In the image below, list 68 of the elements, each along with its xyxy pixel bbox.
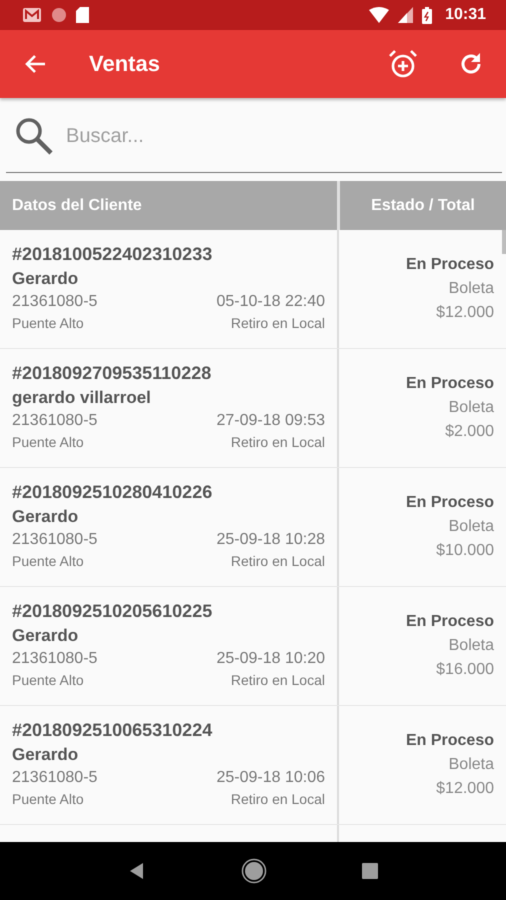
customer-rut: 21361080-5 [12, 769, 98, 787]
order-total: $12.000 [436, 780, 494, 798]
customer-rut: 21361080-5 [12, 412, 98, 430]
order-row[interactable]: #2018092510280410226 Gerardo 21361080-5 25-09-18 10:28 Puente Alto Retiro en Local En Proceso Boleta $10.000 [0, 468, 506, 587]
delivery-method: Retiro en Local [230, 434, 325, 450]
order-number: #2018100522402310233 [12, 244, 214, 265]
order-status: En Proceso [406, 494, 494, 512]
customer-name: Gerardo [12, 745, 80, 765]
home-icon[interactable] [240, 858, 267, 884]
sd-card-icon [76, 7, 89, 23]
delivery-method: Retiro en Local [230, 672, 325, 688]
order-status: En Proceso [406, 613, 494, 631]
order-date: 25-09-18 10:28 [216, 531, 325, 549]
customer-rut: 21361080-5 [12, 293, 98, 311]
order-total: $2.000 [445, 423, 494, 441]
delivery-method: Retiro en Local [230, 315, 325, 331]
order-status: En Proceso [406, 375, 494, 393]
scrollbar [502, 230, 506, 254]
order-number: #2018092510280410226 [12, 482, 214, 503]
search-field[interactable]: Buscar... [64, 124, 502, 148]
order-total: $16.000 [436, 661, 494, 679]
back-arrow-icon[interactable] [24, 54, 46, 74]
order-row[interactable]: #2018100522402310233 Gerardo 21361080-5 05-10-18 22:40 Puente Alto Retiro en Local En Proceso Boleta $12.000 [0, 230, 506, 349]
order-number: #2018092510205610225 [12, 601, 214, 622]
signal-icon [398, 7, 414, 23]
column-header: Estado / Total [370, 196, 476, 216]
document-type: Boleta [448, 637, 494, 655]
order-row[interactable]: #2018092510205610225 Gerardo 21361080-5 25-09-18 10:20 Puente Alto Retiro en Local En Proceso Boleta $16.000 [0, 587, 506, 706]
alarm-plus-icon[interactable] [388, 49, 418, 79]
circle-icon [51, 7, 67, 23]
wifi-icon [369, 7, 390, 23]
battery-icon [422, 6, 432, 24]
document-type: Boleta [448, 756, 494, 774]
recents-icon[interactable] [362, 863, 378, 879]
order-total: $10.000 [436, 542, 494, 560]
delivery-method: Retiro en Local [230, 553, 325, 569]
delivery-method: Retiro en Local [230, 791, 325, 807]
column-header: Datos del Cliente [0, 181, 340, 230]
order-row[interactable]: #2018092510065310224 Gerardo 21361080-5 25-09-18 10:06 Puente Alto Retiro en Local En Proceso Boleta $12.000 [0, 706, 506, 825]
search-icon [14, 116, 54, 156]
customer-name: Gerardo [12, 626, 80, 646]
order-row[interactable]: #2018092709535110228 gerardo villarroel 21361080-5 27-09-18 09:53 Puente Alto Retiro en Local En Proceso Boleta $2.000 [0, 349, 506, 468]
customer-name: gerardo villarroel [12, 388, 152, 408]
order-status: En Proceso [406, 256, 494, 274]
document-type: Boleta [448, 280, 494, 298]
customer-rut: 21361080-5 [12, 650, 98, 668]
customer-name: Gerardo [12, 507, 80, 527]
customer-name: Gerardo [12, 269, 80, 289]
customer-commune: Puente Alto [12, 315, 84, 331]
order-status: En Proceso [406, 732, 494, 750]
order-date: 27-09-18 09:53 [216, 412, 325, 430]
customer-rut: 21361080-5 [12, 531, 98, 549]
order-number: #2018092510065310224 [12, 720, 214, 741]
mail-icon [22, 7, 42, 23]
customer-commune: Puente Alto [12, 791, 84, 807]
order-total: $12.000 [436, 304, 494, 322]
document-type: Boleta [448, 518, 494, 536]
document-type: Boleta [448, 399, 494, 417]
customer-commune: Puente Alto [12, 672, 84, 688]
back-icon[interactable] [128, 862, 146, 880]
customer-commune: Puente Alto [12, 553, 84, 569]
order-number: #2018092709535110228 [12, 363, 212, 384]
screen-title: Ventas [89, 51, 161, 77]
customer-commune: Puente Alto [12, 434, 84, 450]
order-date: 05-10-18 22:40 [216, 293, 325, 311]
clock-time: 10:31 [445, 6, 486, 24]
order-date: 25-09-18 10:20 [216, 650, 325, 668]
order-date: 25-09-18 10:06 [216, 769, 325, 787]
